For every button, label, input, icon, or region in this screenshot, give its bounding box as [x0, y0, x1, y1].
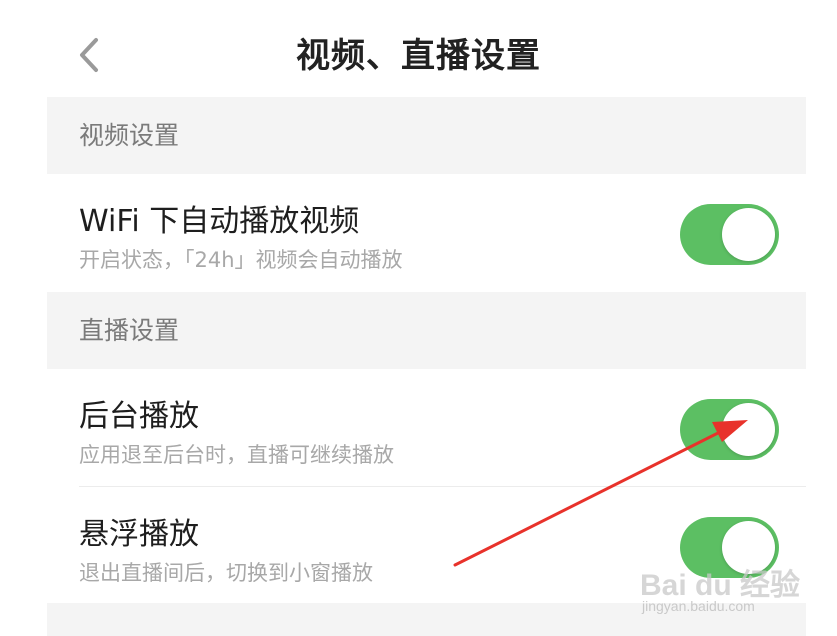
background-play-toggle[interactable]	[680, 399, 779, 460]
watermark-url: jingyan.baidu.com	[642, 598, 755, 614]
setting-row-background-play: 后台播放 应用退至后台时，直播可继续播放	[47, 369, 806, 487]
top-bar: 视频、直播设置	[0, 0, 837, 97]
setting-row-wifi-autoplay: WiFi 下自动播放视频 开启状态，「24h」视频会自动播放	[47, 174, 806, 292]
setting-title: 后台播放	[79, 399, 199, 434]
page-title: 视频、直播设置	[296, 36, 541, 76]
setting-title: 悬浮播放	[79, 517, 199, 552]
wifi-autoplay-toggle[interactable]	[680, 204, 779, 265]
setting-description: 应用退至后台时，直播可继续播放	[79, 443, 394, 467]
setting-description: 退出直播间后，切换到小窗播放	[79, 561, 373, 585]
toggle-knob	[722, 208, 775, 261]
toggle-knob	[722, 403, 775, 456]
section-header-live: 直播设置	[47, 292, 806, 369]
watermark: Bai du 经验 jingyan.baidu.com	[640, 560, 810, 620]
setting-description: 开启状态，「24h」视频会自动播放	[79, 248, 403, 272]
setting-title: WiFi 下自动播放视频	[79, 204, 360, 239]
section-header-video: 视频设置	[47, 97, 806, 174]
